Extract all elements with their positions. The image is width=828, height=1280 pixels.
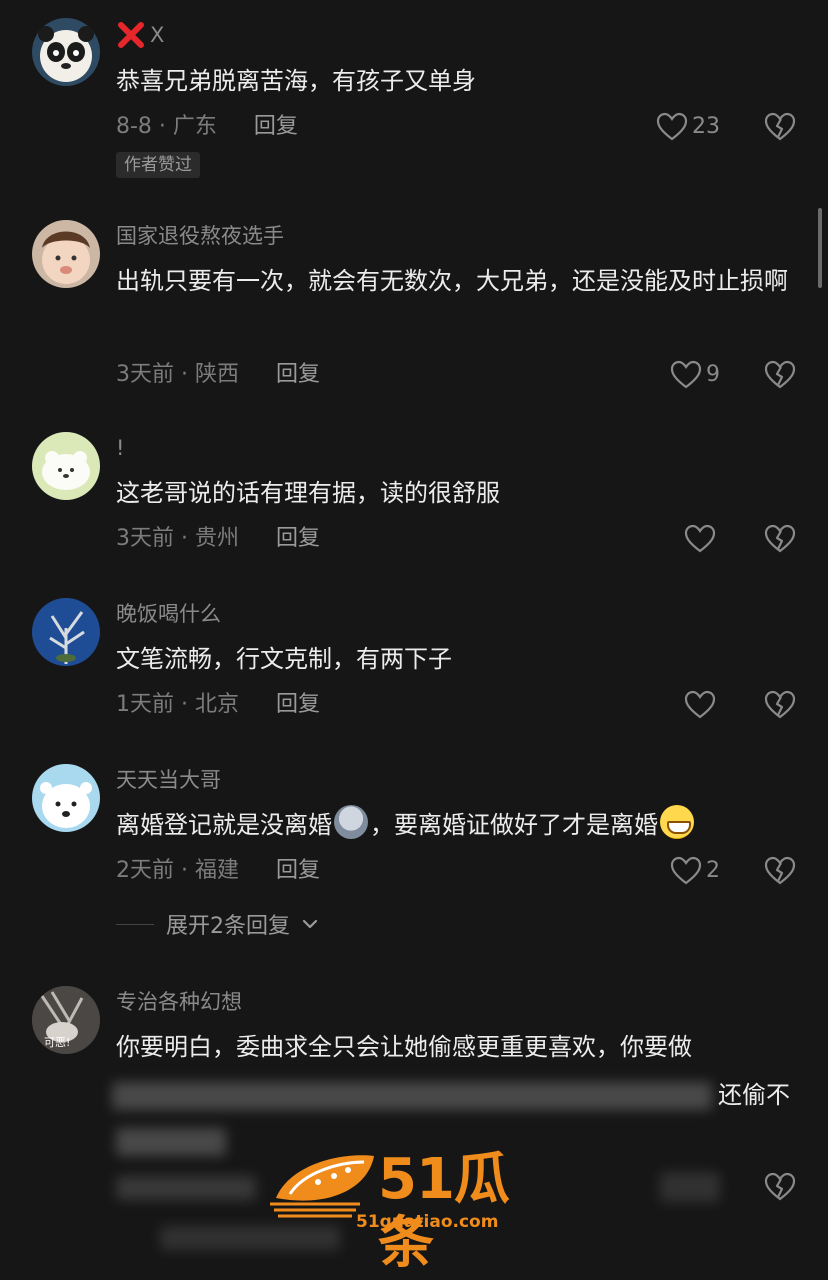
like-button[interactable] (684, 524, 720, 554)
reply-button[interactable]: 回复 (276, 692, 320, 717)
dislike-button[interactable] (764, 524, 796, 554)
avatar[interactable] (32, 764, 100, 832)
heart-icon (684, 524, 716, 554)
comment-time-location: 1天前 · 北京 (116, 692, 239, 717)
comment-item: 晚饭喝什么 文笔流畅，行文克制，有两下子 1天前 · 北京 回复 (0, 598, 828, 738)
dislike-button[interactable] (764, 360, 796, 390)
broken-heart-icon (764, 856, 796, 885)
red-x-icon (116, 20, 146, 50)
heart-icon (670, 856, 702, 886)
comment-text: 离婚登记就是没离婚 ，要离婚证做好了才是离婚 (116, 802, 798, 848)
like-button[interactable]: 9 (670, 360, 720, 390)
husky-emoji-icon (334, 805, 368, 839)
username-text: X (150, 23, 165, 47)
heart-icon (684, 690, 716, 720)
reply-button[interactable]: 回复 (254, 114, 298, 139)
like-button[interactable]: 2 (670, 856, 720, 886)
broken-heart-icon (764, 524, 796, 553)
comment-text-part: ，要离婚证做好了才是离婚 (370, 811, 658, 839)
username[interactable]: ! (116, 434, 124, 462)
dislike-button[interactable] (764, 856, 796, 886)
broken-heart-icon (764, 1172, 796, 1201)
avatar[interactable] (32, 220, 100, 288)
dislike-button[interactable] (764, 1172, 796, 1202)
dislike-button[interactable] (764, 112, 796, 142)
like-count: 23 (692, 114, 720, 139)
comment-text-tail: 还偷不 (718, 1081, 790, 1109)
comment-text-part: 离婚登记就是没离婚 (116, 811, 332, 839)
comment-time-location: 3天前 · 陕西 (116, 362, 239, 387)
comment-text: 恭喜兄弟脱离苦海，有孩子又单身 (116, 67, 476, 95)
avatar[interactable] (32, 432, 100, 500)
heart-icon (670, 360, 702, 390)
expand-replies-label: 展开2条回复 (166, 914, 290, 939)
avatar[interactable] (32, 18, 100, 86)
comment-meta: 2天前 · 福建 回复 (116, 856, 320, 886)
blurred-text (116, 1128, 226, 1156)
username[interactable]: X (116, 20, 164, 50)
blurred-like (660, 1172, 720, 1202)
comment-item: 国家退役熬夜选手 出轨只要有一次，就会有无数次，大兄弟，还是没能及时止损啊 3天… (0, 220, 828, 400)
comment-meta: 1天前 · 北京 回复 (116, 690, 320, 720)
comment-time-location: 3天前 · 贵州 (116, 526, 239, 551)
comment-text: 文笔流畅，行文克制，有两下子 (116, 645, 452, 673)
avatar[interactable]: 可恶! (32, 986, 100, 1054)
comment-text: 出轨只要有一次，就会有无数次，大兄弟，还是没能及时止损啊 (116, 267, 788, 295)
comment-item: X 恭喜兄弟脱离苦海，有孩子又单身 8-8 · 广东 回复 23 作者赞过 (0, 18, 828, 188)
reply-button[interactable]: 回复 (276, 362, 320, 387)
like-count: 9 (706, 362, 720, 387)
like-button[interactable] (684, 690, 720, 720)
like-button[interactable]: 23 (656, 112, 720, 142)
comment-meta: 8-8 · 广东 回复 (116, 112, 298, 142)
broken-heart-icon (764, 690, 796, 719)
comment-time-location: 2天前 · 福建 (116, 858, 239, 883)
blurred-meta (116, 1176, 256, 1200)
comment-time-location: 8-8 · 广东 (116, 114, 217, 139)
comment-text: 你要明白，委曲求全只会让她偷感更重更喜欢，你要做 (116, 1033, 692, 1061)
heart-icon (656, 112, 688, 142)
expand-replies-button[interactable]: 展开2条回复 (116, 908, 318, 940)
watermark-url: 51guatiao.com (356, 1212, 499, 1232)
chevron-down-icon (302, 918, 318, 930)
avatar-caption: 可恶! (44, 1036, 71, 1049)
comment-meta: 3天前 · 陕西 回复 (116, 360, 320, 390)
reply-button[interactable]: 回复 (276, 858, 320, 883)
grinning-emoji-icon (660, 805, 694, 839)
reply-button[interactable]: 回复 (276, 526, 320, 551)
avatar[interactable] (32, 598, 100, 666)
comment-text: 这老哥说的话有理有据，读的很舒服 (116, 479, 500, 507)
username[interactable]: 晚饭喝什么 (116, 600, 221, 628)
watermark-logo: 51瓜条 51guatiao.com (270, 1148, 562, 1276)
comment-meta: 3天前 · 贵州 回复 (116, 524, 320, 554)
comment-item: ! 这老哥说的话有理有据，读的很舒服 3天前 · 贵州 回复 (0, 432, 828, 572)
username[interactable]: 国家退役熬夜选手 (116, 222, 284, 250)
divider-line (116, 923, 154, 925)
dislike-button[interactable] (764, 690, 796, 720)
author-liked-badge: 作者赞过 (116, 152, 200, 178)
broken-heart-icon (764, 112, 796, 141)
blurred-text (112, 1082, 712, 1110)
like-count: 2 (706, 858, 720, 883)
username[interactable]: 天天当大哥 (116, 766, 221, 794)
username[interactable]: 专治各种幻想 (116, 988, 242, 1016)
broken-heart-icon (764, 360, 796, 389)
